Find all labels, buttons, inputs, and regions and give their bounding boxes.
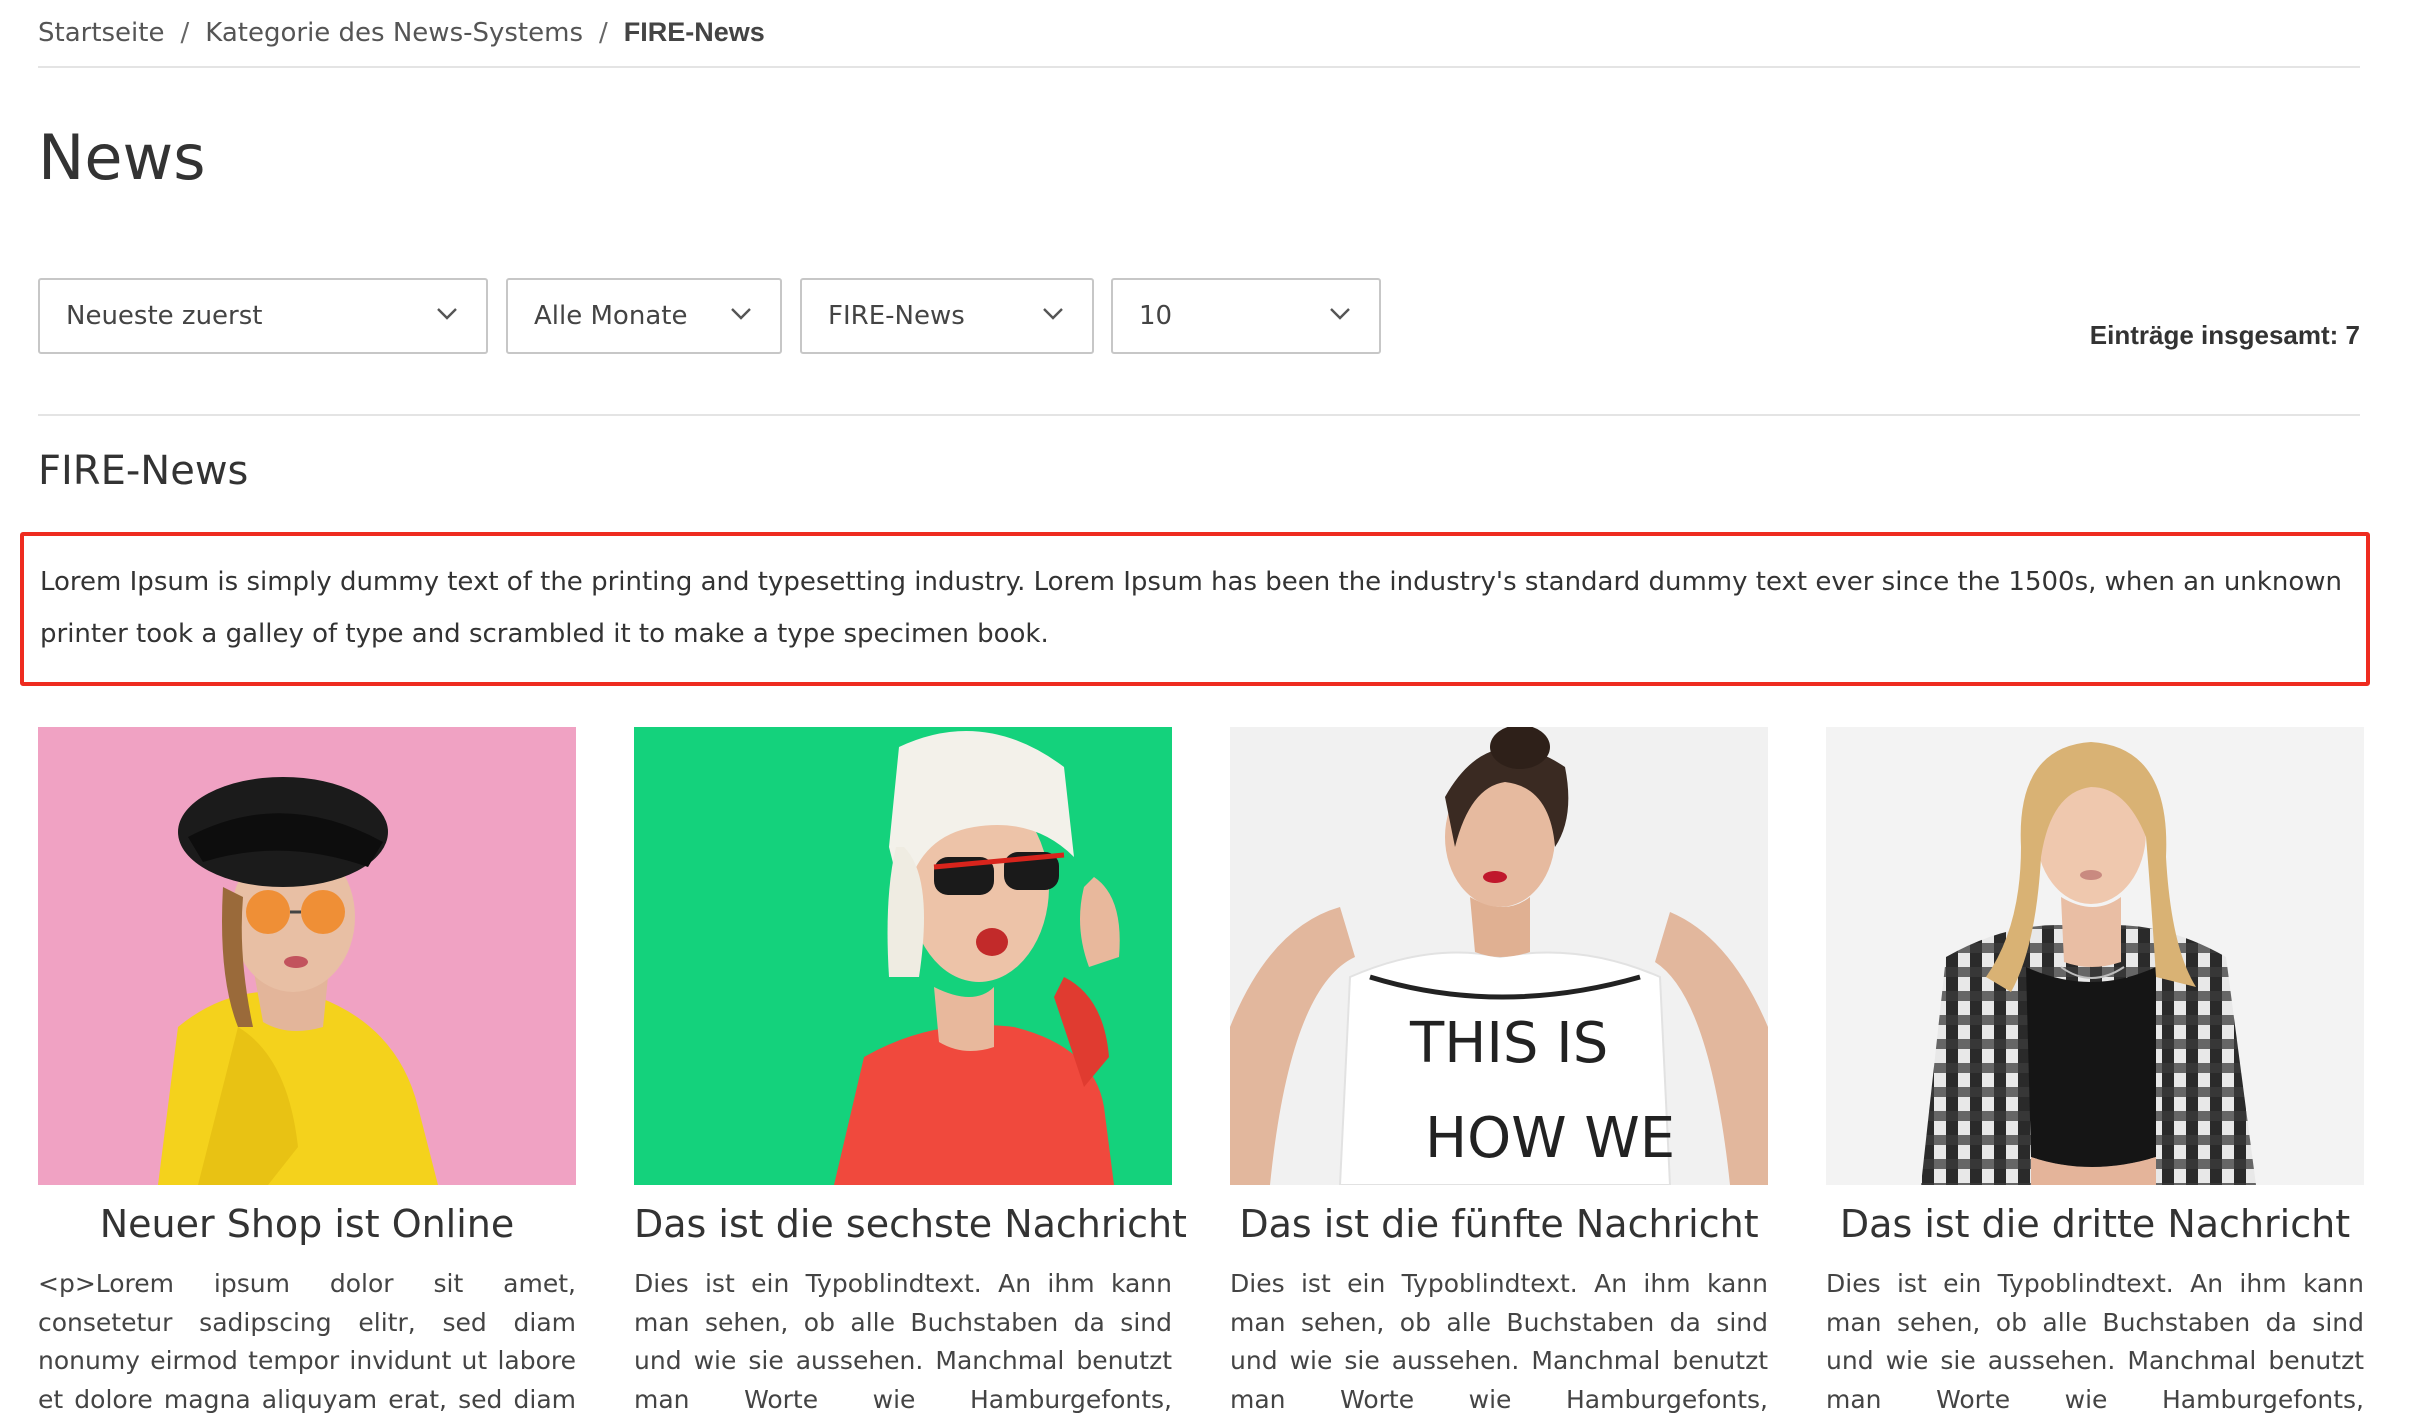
- chevron-down-icon: [437, 308, 457, 320]
- news-title[interactable]: Neuer Shop ist Online: [38, 1185, 576, 1251]
- chevron-down-icon: [1043, 308, 1063, 320]
- category-select[interactable]: FIRE-News: [800, 278, 1094, 354]
- category-description-text: Lorem Ipsum is simply dummy text of the …: [40, 567, 2342, 649]
- breadcrumb-home-link[interactable]: Startseite: [38, 18, 164, 48]
- shirt-text-line-1: THIS IS: [1409, 1011, 1608, 1076]
- total-entries: Einträge insgesamt: 7: [2089, 320, 2360, 350]
- news-card: Das ist die dritte Nachricht Dies ist ei…: [1826, 727, 2364, 1425]
- breadcrumb: Startseite / Kategorie des News-Systems / FI…: [38, 10, 2360, 68]
- news-image[interactable]: [634, 727, 1172, 1185]
- sort-select-value: Neueste zuerst: [66, 301, 263, 331]
- shirt-text-line-2: HOW WE: [1425, 1106, 1675, 1171]
- news-image[interactable]: [1826, 727, 2364, 1185]
- divider: [38, 414, 2360, 416]
- page-title: News: [38, 121, 206, 194]
- per-page-select[interactable]: 10: [1111, 278, 1381, 354]
- news-page: Startseite / Kategorie des News-Systems / FI…: [0, 0, 2414, 1425]
- news-card: Neuer Shop ist Online <p>Lorem ipsum dol…: [38, 727, 576, 1425]
- category-select-value: FIRE-News: [828, 301, 965, 331]
- news-title[interactable]: Das ist die dritte Nachricht: [1826, 1185, 2364, 1251]
- news-card: Das ist die sechste Nachricht Dies ist e…: [634, 727, 1187, 1425]
- chevron-down-icon: [731, 308, 751, 320]
- news-excerpt: <p>Lorem ipsum dolor sit amet, consetetu…: [38, 1269, 576, 1425]
- news-excerpt: Dies ist ein Typoblindtext. An ihm kann …: [1826, 1269, 2364, 1425]
- breadcrumb-current: FIRE-News: [623, 17, 765, 47]
- news-image[interactable]: THIS IS HOW WE: [1230, 727, 1768, 1185]
- sort-select[interactable]: Neueste zuerst: [38, 278, 488, 354]
- news-title[interactable]: Das ist die fünfte Nachricht: [1230, 1185, 1768, 1251]
- category-description: Lorem Ipsum is simply dummy text of the …: [20, 532, 2370, 686]
- breadcrumb-category-link[interactable]: Kategorie des News-Systems: [205, 18, 583, 48]
- category-title: FIRE-News: [38, 448, 249, 494]
- news-excerpt: Dies ist ein Typoblindtext. An ihm kann …: [634, 1269, 1172, 1425]
- chevron-down-icon: [1330, 308, 1350, 320]
- news-title[interactable]: Das ist die sechste Nachricht: [634, 1185, 1187, 1251]
- news-image[interactable]: [38, 727, 576, 1185]
- news-card: THIS IS HOW WE Das ist die fünfte Nachri…: [1230, 727, 1768, 1425]
- breadcrumb-separator: /: [599, 18, 608, 48]
- month-select[interactable]: Alle Monate: [506, 278, 782, 354]
- month-select-value: Alle Monate: [534, 301, 688, 331]
- breadcrumb-separator: /: [180, 18, 190, 48]
- per-page-select-value: 10: [1139, 301, 1173, 331]
- news-excerpt: Dies ist ein Typoblindtext. An ihm kann …: [1230, 1269, 1768, 1425]
